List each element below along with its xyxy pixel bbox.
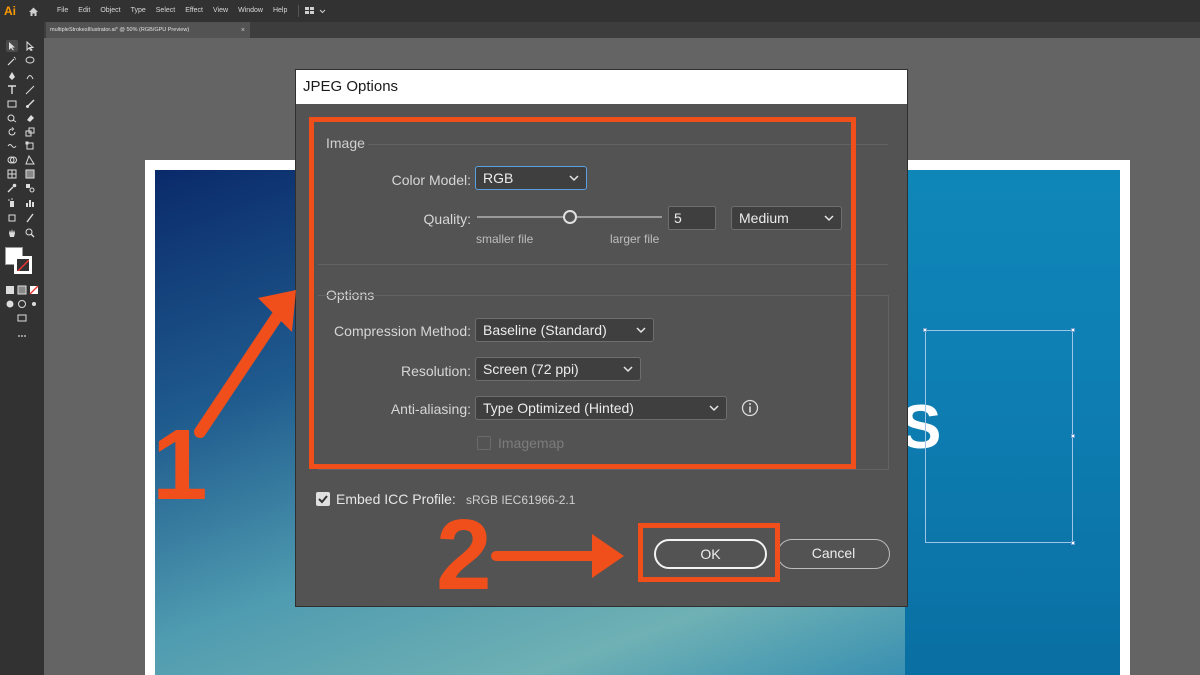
draw-inside-icon[interactable]: [28, 298, 40, 310]
paintbrush-tool-icon[interactable]: [24, 98, 36, 110]
annotation-step-2: 2: [436, 499, 492, 611]
curvature-tool-icon[interactable]: [24, 70, 36, 82]
selection-handle[interactable]: [923, 328, 927, 332]
dialog-title: JPEG Options: [296, 70, 907, 104]
document-tab-bar: multipleStrokesIllustrator.ai* @ 50% (RG…: [44, 22, 1200, 38]
symbol-sprayer-icon[interactable]: [6, 197, 18, 209]
gradient-tool-icon[interactable]: [24, 168, 36, 180]
selection-bounding-box[interactable]: [923, 328, 1075, 545]
warp-tool-icon[interactable]: [6, 140, 18, 152]
close-icon[interactable]: ×: [241, 27, 245, 34]
menu-object[interactable]: Object: [95, 0, 125, 22]
tools-panel: [0, 22, 44, 675]
workspace-grid-icon: [305, 7, 315, 14]
none-stroke-icon: [17, 259, 29, 271]
embed-icc-checkbox[interactable]: [316, 492, 330, 506]
menu-effect[interactable]: Effect: [180, 0, 208, 22]
draw-behind-icon[interactable]: [16, 298, 28, 310]
rotate-tool-icon[interactable]: [6, 126, 18, 138]
shape-builder-icon[interactable]: [6, 154, 18, 166]
menu-edit[interactable]: Edit: [73, 0, 95, 22]
color-mode-icon[interactable]: [4, 284, 16, 296]
menu-window[interactable]: Window: [233, 0, 268, 22]
menu-type[interactable]: Type: [126, 0, 151, 22]
cancel-button[interactable]: Cancel: [777, 539, 890, 569]
menu-view[interactable]: View: [208, 0, 233, 22]
workspace-switcher[interactable]: [298, 5, 326, 17]
free-transform-icon[interactable]: [24, 140, 36, 152]
menu-select[interactable]: Select: [151, 0, 180, 22]
document-tab-label: multipleStrokesIllustrator.ai* @ 50% (RG…: [50, 27, 190, 33]
none-mode-icon[interactable]: [28, 284, 40, 296]
annotation-highlight-ok: [638, 523, 780, 582]
selection-handle[interactable]: [1071, 541, 1075, 545]
annotation-highlight-options: [309, 117, 856, 469]
eyedropper-icon[interactable]: [6, 182, 18, 194]
annotation-step-1: 1: [152, 409, 208, 521]
menu-bar: Ai File Edit Object Type Select Effect V…: [0, 0, 1200, 22]
rectangle-tool-icon[interactable]: [6, 98, 18, 110]
graph-tool-icon[interactable]: [24, 197, 36, 209]
perspective-grid-icon[interactable]: [24, 154, 36, 166]
app-logo: Ai: [4, 4, 16, 18]
selection-tool-icon[interactable]: [6, 40, 18, 52]
artboard-tool-icon[interactable]: [6, 212, 18, 224]
scale-tool-icon[interactable]: [24, 126, 36, 138]
selection-handle[interactable]: [1071, 434, 1075, 438]
menu-help[interactable]: Help: [268, 0, 292, 22]
main-menu: File Edit Object Type Select Effect View…: [52, 0, 292, 22]
selection-handle[interactable]: [1071, 328, 1075, 332]
slice-tool-icon[interactable]: [24, 212, 36, 224]
document-tab[interactable]: multipleStrokesIllustrator.ai* @ 50% (RG…: [46, 22, 250, 38]
screen-mode-icon[interactable]: [16, 312, 28, 324]
type-tool-icon[interactable]: [6, 84, 18, 96]
more-tools-icon[interactable]: [16, 330, 28, 342]
draw-normal-icon[interactable]: [4, 298, 16, 310]
stroke-swatch[interactable]: [14, 256, 32, 274]
zoom-tool-icon[interactable]: [24, 227, 36, 239]
shaper-tool-icon[interactable]: [6, 112, 18, 124]
hand-tool-icon[interactable]: [6, 227, 18, 239]
line-tool-icon[interactable]: [24, 84, 36, 96]
blend-tool-icon[interactable]: [24, 182, 36, 194]
eraser-tool-icon[interactable]: [24, 112, 36, 124]
chevron-down-icon: [320, 9, 326, 13]
menu-file[interactable]: File: [52, 0, 73, 22]
direct-selection-tool-icon[interactable]: [24, 40, 36, 52]
pen-tool-icon[interactable]: [6, 70, 18, 82]
gradient-mode-icon[interactable]: [16, 284, 28, 296]
home-icon[interactable]: [22, 0, 44, 22]
checkmark-icon: [318, 495, 328, 504]
lasso-tool-icon[interactable]: [24, 55, 36, 67]
magic-wand-icon[interactable]: [6, 55, 18, 67]
mesh-tool-icon[interactable]: [6, 168, 18, 180]
